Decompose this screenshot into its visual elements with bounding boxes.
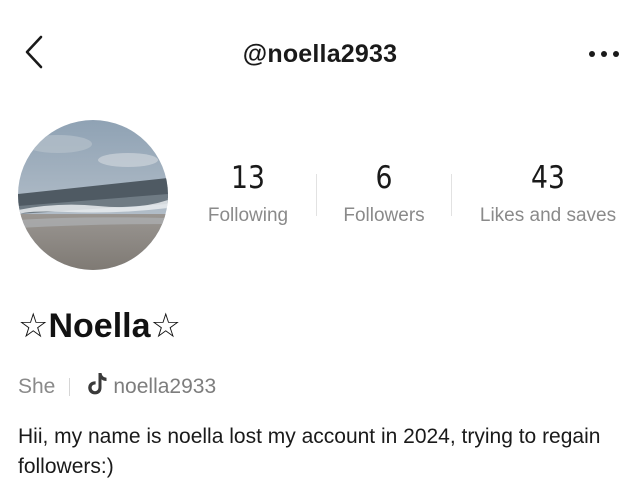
following-stat[interactable]: 13 Following xyxy=(195,158,301,228)
tiktok-handle: noella2933 xyxy=(113,375,217,398)
display-name: ☆Noella☆ xyxy=(18,307,181,345)
stat-divider xyxy=(451,174,452,216)
ellipsis-icon xyxy=(588,45,620,63)
profile-username: @noella2933 xyxy=(242,40,398,68)
followers-stat[interactable]: 6 Followers xyxy=(332,158,436,228)
followers-count: 6 xyxy=(375,160,393,196)
following-count: 13 xyxy=(231,160,265,196)
meta-divider xyxy=(69,378,71,396)
more-options-button[interactable] xyxy=(582,38,626,70)
following-label: Following xyxy=(207,205,289,226)
stat-divider xyxy=(316,174,317,216)
likes-saves-label: Likes and saves xyxy=(479,205,617,226)
followers-label: Followers xyxy=(343,205,425,226)
top-bar: @noella2933 xyxy=(0,26,640,82)
likes-saves-stat[interactable]: 43 Likes and saves xyxy=(468,158,628,228)
pronoun: She xyxy=(18,375,56,398)
avatar[interactable] xyxy=(18,120,168,270)
profile-bio: Hii, my name is noella lost my account i… xyxy=(18,425,601,478)
profile-meta: She noella2933 xyxy=(18,372,216,402)
tiktok-icon xyxy=(86,372,113,402)
likes-saves-count: 43 xyxy=(531,160,565,196)
tiktok-link[interactable]: noella2933 xyxy=(86,372,216,402)
beach-photo xyxy=(18,120,168,270)
